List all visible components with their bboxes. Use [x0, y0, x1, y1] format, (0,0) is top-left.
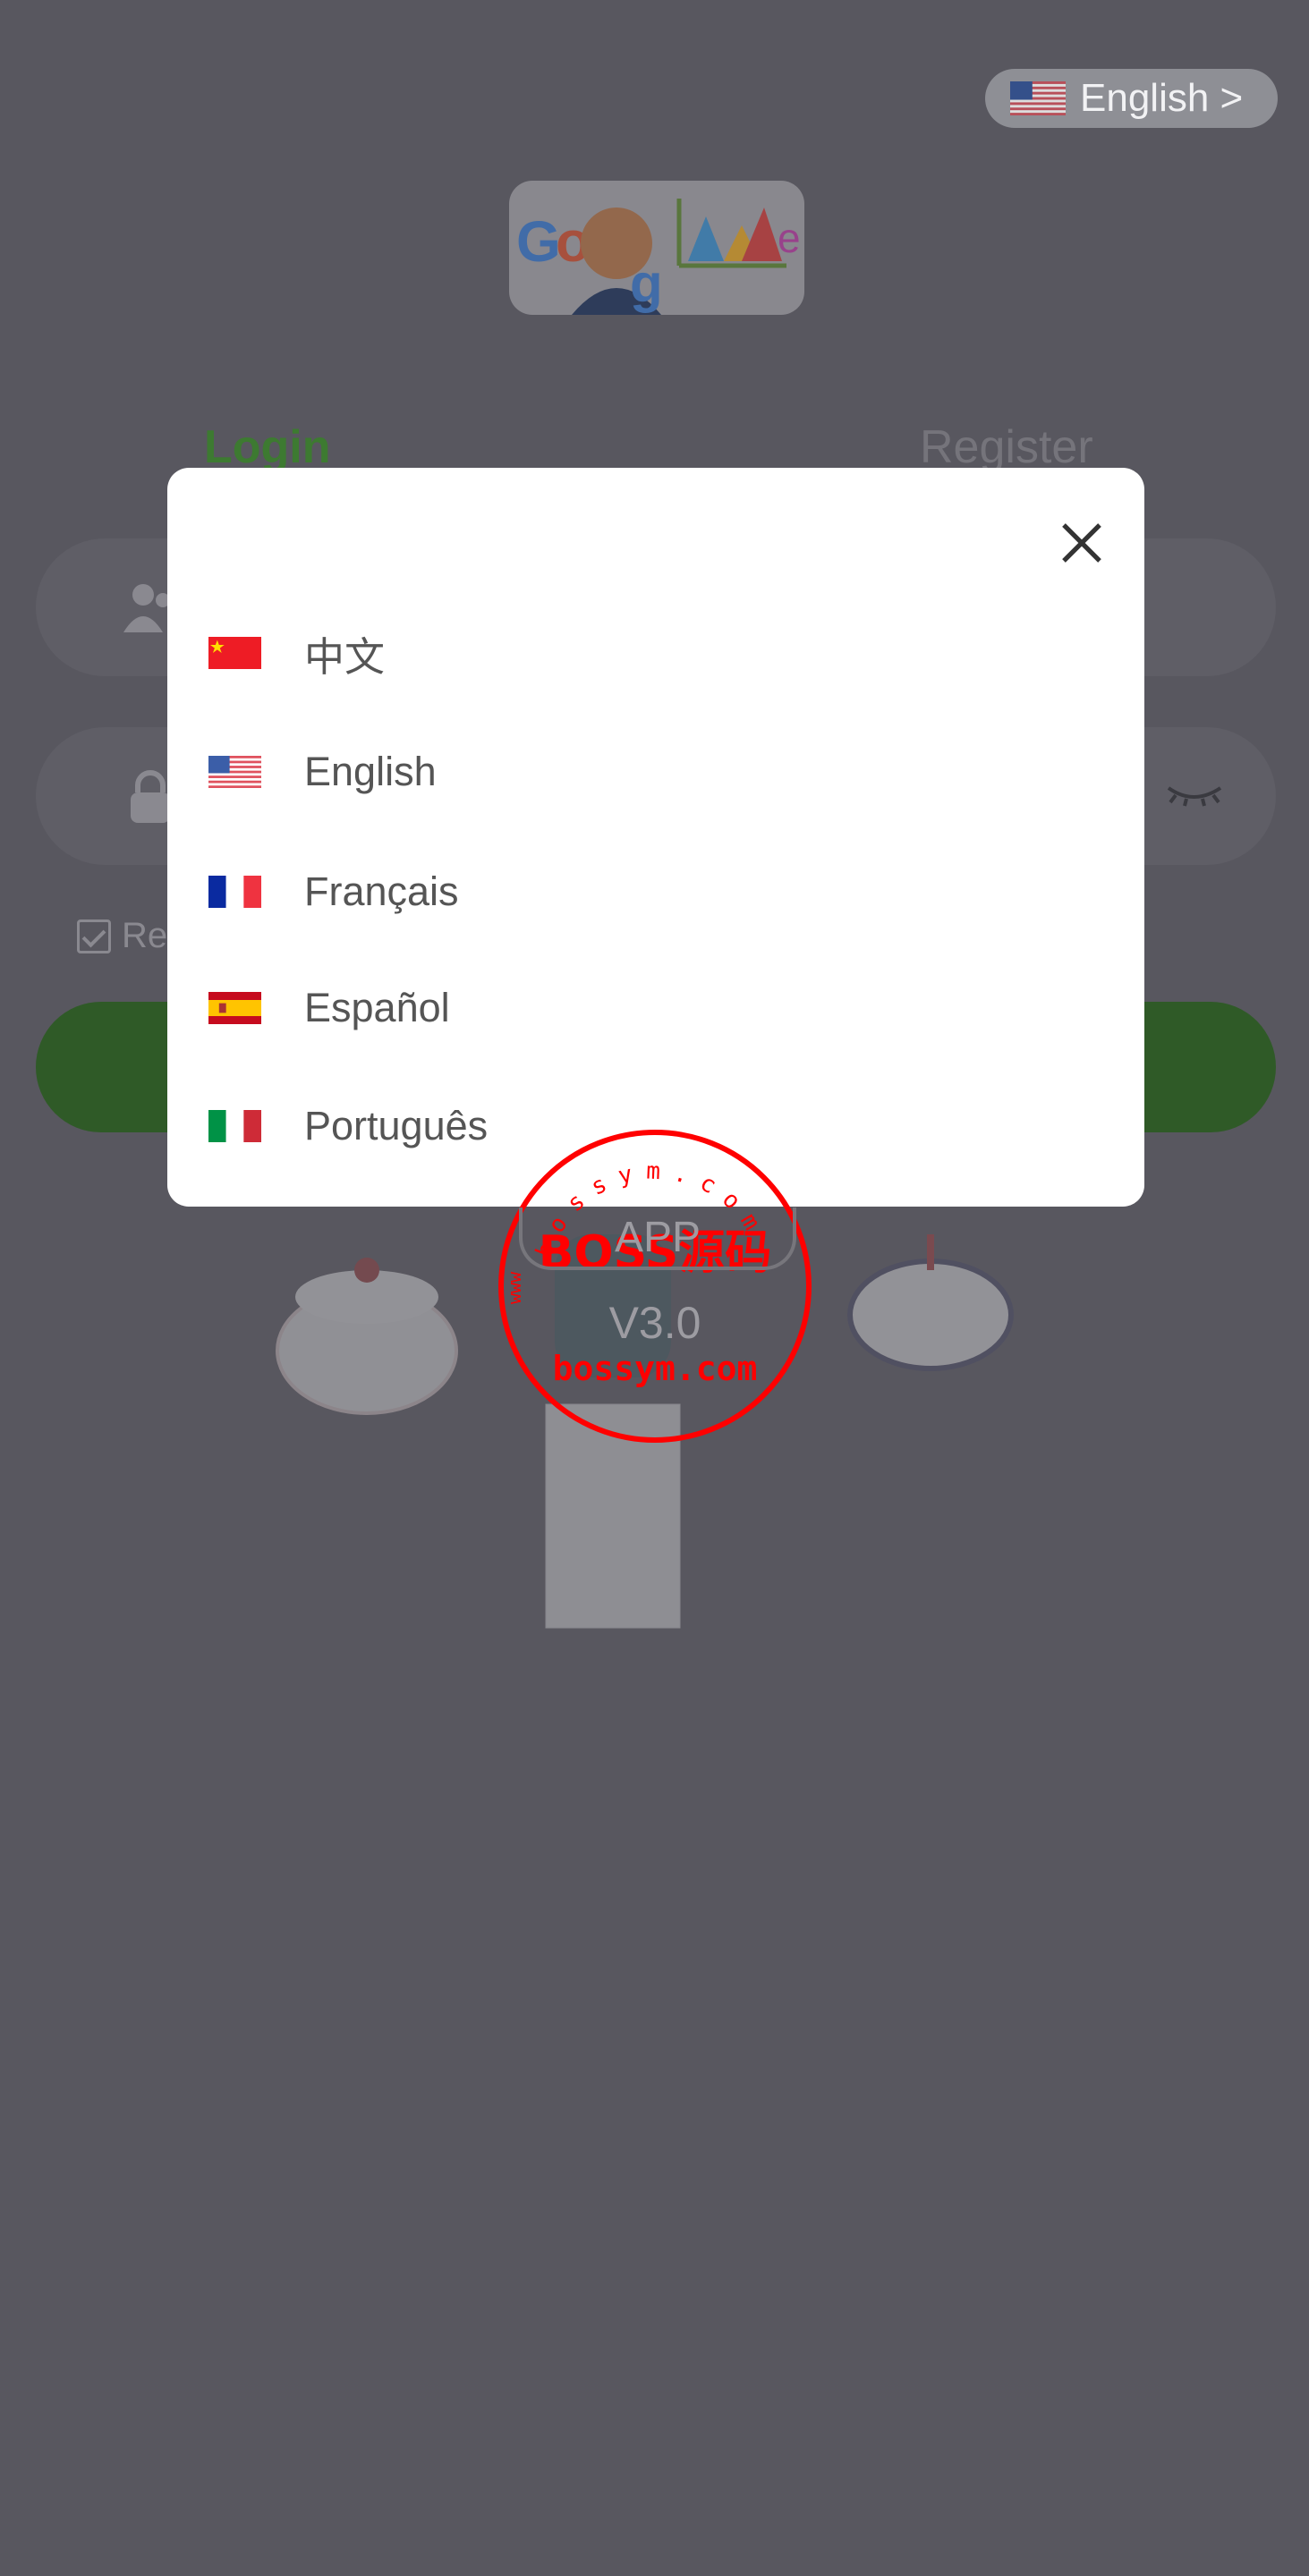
svg-text:e: e — [778, 215, 801, 261]
close-icon[interactable] — [1058, 520, 1105, 566]
it-flag-icon — [208, 1110, 261, 1142]
checkbox-checked-icon — [77, 919, 111, 953]
fr-flag-icon — [208, 876, 261, 908]
us-flag-icon — [1010, 81, 1066, 115]
language-selector-label: English > — [1080, 76, 1244, 120]
language-option-label: Français — [304, 869, 459, 914]
remember-label: Re — [122, 916, 168, 955]
us-flag-icon — [208, 756, 261, 788]
language-option-english[interactable]: English — [208, 727, 1103, 817]
svg-text:g: g — [630, 253, 663, 313]
app-badge[interactable]: APP — [519, 1208, 796, 1270]
language-option-label: Português — [304, 1103, 489, 1148]
tab-register[interactable]: Register — [920, 420, 1093, 474]
language-option-chinese[interactable]: 中文 — [208, 608, 1103, 698]
watermark-sub-text: bossym.com — [553, 1349, 758, 1388]
svg-text:G: G — [516, 209, 561, 274]
language-option-label: 中文 — [304, 633, 386, 680]
language-option-label: Español — [304, 985, 450, 1030]
cn-flag-icon — [208, 637, 261, 669]
language-option-french[interactable]: Français — [208, 847, 1103, 936]
remember-checkbox[interactable]: Re — [77, 916, 167, 956]
language-option-spanish[interactable]: Español — [208, 963, 1103, 1053]
watermark-side-text: www — [504, 1271, 525, 1304]
tab-login[interactable]: Login — [204, 420, 331, 474]
es-flag-icon — [208, 992, 261, 1024]
language-modal: 中文 English Français Español Português — [167, 468, 1144, 1207]
watermark-stamp: bossym.com BOSS源码 bossym.com www — [498, 1130, 812, 1443]
app-badge-label: APP — [614, 1213, 701, 1261]
language-selector-button[interactable]: English > — [985, 69, 1278, 128]
app-logo: G o g e — [509, 181, 804, 315]
language-option-label: English — [304, 749, 437, 794]
app-version: V3.0 — [608, 1298, 701, 1348]
eye-closed-icon[interactable] — [1165, 781, 1224, 808]
